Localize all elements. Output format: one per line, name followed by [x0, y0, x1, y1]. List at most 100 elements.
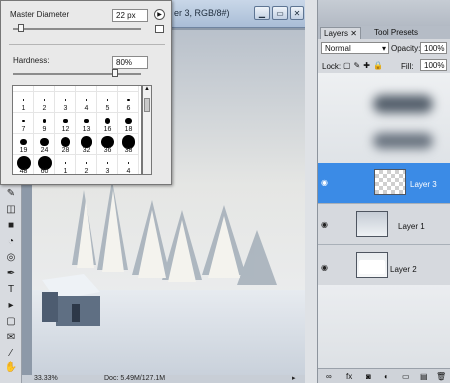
fx-icon[interactable]: fx [346, 372, 352, 381]
dodge-tool-icon[interactable]: ◎ [3, 250, 19, 264]
hardness-field[interactable]: 80% [112, 56, 148, 69]
brush-tip-cell[interactable]: 13 [76, 113, 97, 134]
brush-tip-dot [20, 138, 27, 146]
brush-tip-cell[interactable]: 16 [97, 113, 118, 134]
fill-field[interactable]: 100% [420, 59, 447, 71]
path-select-icon[interactable]: ▸ [3, 298, 19, 312]
layers-tabs: Layers ✕ Tool Presets [318, 26, 450, 39]
brush-size-label: 12 [61, 126, 70, 133]
trash-icon[interactable]: 🗑 [436, 372, 446, 381]
blur-tool-icon[interactable]: ◔ [3, 234, 19, 248]
brush-size-label: 9 [42, 126, 47, 133]
minimize-button[interactable]: ▁ [254, 6, 270, 20]
fill-label: Fill: [401, 62, 414, 71]
brush-size-label: 36 [103, 147, 112, 154]
layer-thumbnail [356, 211, 388, 237]
brush-size-label: 4 [126, 168, 131, 175]
brush-size-label: 2 [42, 105, 47, 112]
layers-footer: ∞ fx ◙ ◐ ▭ ▤ 🗑 [318, 368, 450, 383]
brush-tip-dot [42, 119, 47, 123]
eyedropper-icon[interactable]: ⁄ [3, 346, 19, 360]
brush-size-label: 60 [40, 168, 49, 175]
brush-tip-cell[interactable]: 5 [97, 92, 118, 113]
document-title: er 3, RGB/8#) [174, 8, 230, 18]
brush-tip-cell[interactable]: 3 [55, 92, 76, 113]
brush-size-label: 7 [21, 126, 26, 133]
brush-preset-picker: Master Diameter 22 px ▶ Hardness: 80% 12… [0, 0, 172, 185]
mask-icon[interactable]: ◙ [366, 372, 371, 381]
shape-tool-icon[interactable]: ▢ [3, 314, 19, 328]
link-icon[interactable]: ∞ [326, 372, 332, 381]
master-diameter-thumb[interactable] [17, 24, 24, 32]
eye-icon[interactable]: ◉ [321, 178, 328, 187]
brush-tip-cell[interactable]: 12 [55, 113, 76, 134]
brush-tip-cell[interactable]: 2 [76, 155, 97, 174]
brush-tip-cell[interactable]: 1 [13, 92, 34, 113]
layer-list-blurred-lower [318, 285, 450, 368]
new-preset-icon[interactable] [155, 25, 164, 33]
opacity-field[interactable]: 100% [420, 42, 447, 54]
layer-list-blurred [318, 73, 450, 163]
gradient-tool-icon[interactable]: ■ [3, 218, 19, 232]
layer-row-2[interactable]: ◉ Layer 2 [318, 245, 450, 285]
brush-tip-dot [64, 162, 67, 164]
blend-mode-select[interactable]: Normal ▾ [321, 42, 389, 54]
brush-tip-cell[interactable]: 24 [34, 134, 55, 155]
new-layer-icon[interactable]: ▤ [420, 372, 428, 381]
brush-grid-scrollbar[interactable]: ▲ [142, 85, 152, 175]
adjustment-icon[interactable]: ◐ [384, 372, 389, 381]
eye-icon[interactable]: ◉ [321, 263, 328, 272]
brush-tip-cell[interactable]: 4 [76, 92, 97, 113]
pen-tool-icon[interactable]: ✒ [3, 266, 19, 280]
lock-label: Lock: [322, 62, 342, 71]
brush-tip-cell[interactable]: 4 [118, 155, 139, 175]
eye-icon[interactable]: ◉ [321, 220, 328, 229]
picker-menu-icon[interactable]: ▶ [154, 9, 165, 20]
tab-layers[interactable]: Layers ✕ [320, 27, 361, 39]
status-bar: 33.33% Doc: 5.49M/127.1M ▸ [22, 375, 305, 383]
brush-tip-cell[interactable]: 32 [76, 134, 97, 155]
brush-tip-cell[interactable]: 38 [118, 134, 139, 155]
brush-tip-cell[interactable]: 3 [97, 155, 118, 175]
brush-size-label: 18 [124, 126, 133, 133]
brush-tip-dot [106, 162, 109, 164]
brush-tip-cell[interactable]: 7 [13, 113, 34, 134]
brush-tip-cell[interactable]: 28 [55, 134, 76, 155]
brush-size-label: 38 [124, 147, 133, 154]
brush-size-label: 4 [84, 105, 89, 112]
panel-header [318, 0, 450, 26]
brush-tip-cell[interactable]: 9 [34, 113, 55, 134]
eraser-tool-icon[interactable]: ◫ [3, 202, 19, 216]
brush-tip-cell[interactable]: 36 [97, 134, 118, 155]
status-arrow-icon[interactable]: ▸ [292, 374, 296, 382]
brush-tip-cell[interactable]: 60 [34, 155, 55, 175]
master-diameter-field[interactable]: 22 px [112, 9, 148, 22]
opacity-label: Opacity: [391, 44, 421, 53]
restore-button[interactable]: ▭ [272, 6, 288, 20]
divider [9, 44, 165, 45]
tab-tool-presets[interactable]: Tool Presets [371, 27, 421, 39]
brush-tip-grid[interactable]: 1 2 3 4 5 6 7 9 12 13 16 18 19 24 28 32 36 38 48 60 1 2 3 4 [12, 85, 142, 175]
brush-size-label: 3 [105, 168, 110, 175]
hand-tool-icon[interactable]: ✋ [3, 360, 19, 374]
brush-tip-cell[interactable]: 2 [34, 92, 55, 113]
layer-row-3[interactable]: ◉ Layer 3 [318, 163, 450, 203]
lock-icons[interactable]: ▢✎✚🔒 [343, 61, 386, 70]
hardness-slider[interactable] [13, 73, 141, 75]
layer-row-1[interactable]: ◉ Layer 1 [318, 204, 450, 244]
brush-tip-dot [64, 99, 67, 101]
brush-tip-cell[interactable]: 48 [13, 155, 34, 174]
brush-tip-cell[interactable]: 6 [118, 92, 139, 113]
close-button[interactable]: ✕ [290, 6, 304, 20]
brush-tip-cell[interactable]: 1 [55, 155, 76, 174]
notes-tool-icon[interactable]: ✉ [3, 330, 19, 344]
brush-size-label: 32 [82, 147, 91, 154]
brush-tool-icon[interactable]: ✎ [3, 186, 19, 200]
brush-tip-cell[interactable]: 19 [13, 134, 34, 155]
brush-tip-cell[interactable]: 18 [118, 113, 139, 134]
type-tool-icon[interactable]: T [3, 282, 19, 296]
group-icon[interactable]: ▭ [402, 372, 410, 381]
zoom-level[interactable]: 33.33% [34, 375, 58, 382]
hardness-thumb[interactable] [112, 69, 119, 77]
master-diameter-slider[interactable] [13, 28, 141, 30]
